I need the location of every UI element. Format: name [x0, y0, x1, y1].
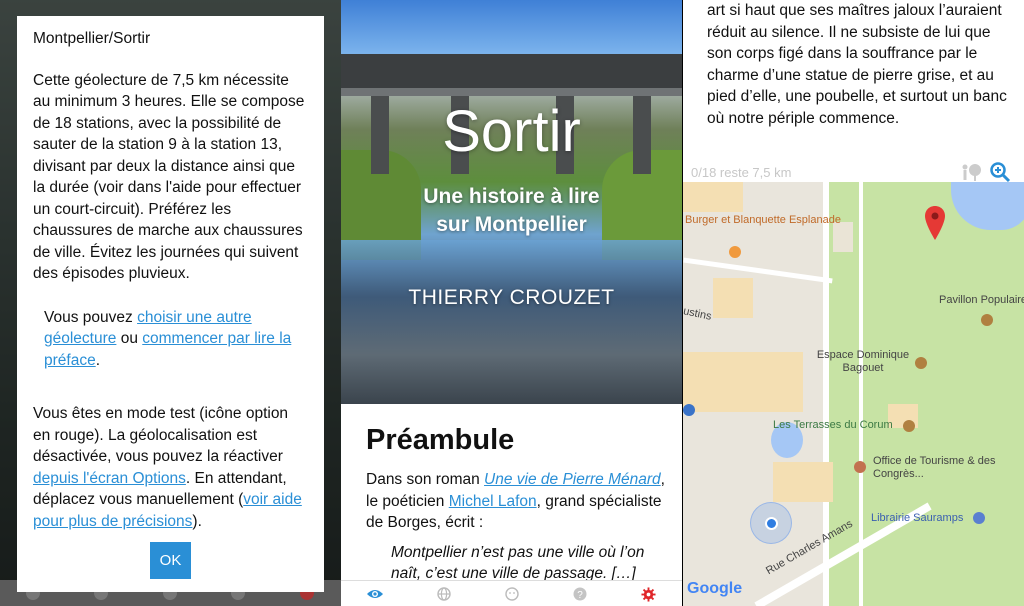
location-pin-icon[interactable]: [925, 206, 945, 245]
google-logo: Google: [687, 580, 743, 597]
intro-text: Cette géolecture de 7,5 km nécessite au …: [33, 71, 305, 283]
preamble-quote: Montpellier n’est pas une ville où l’on …: [391, 543, 645, 583]
test-mode-text: Vous êtes en mode test (icône option en …: [33, 405, 302, 530]
help-icon[interactable]: ?: [571, 585, 589, 603]
map-label-office: Office de Tourisme & des Congrès...: [873, 455, 996, 480]
venue-icon: [903, 420, 915, 432]
progress-status: 0/18 reste 7,5 km: [691, 165, 792, 180]
ok-button[interactable]: OK: [150, 542, 191, 579]
intro-screen: Montpellier/Sortir Cette géolecture de 7…: [0, 0, 341, 606]
eye-icon[interactable]: [366, 585, 384, 603]
story-text: art si haut que ses maîtres jaloux l’aur…: [707, 2, 1007, 127]
shop-icon: [973, 512, 985, 524]
reading-screen: Sortir Une histoire à lire sur Montpelli…: [341, 0, 682, 606]
museum-icon: [981, 314, 993, 326]
bank-icon: [683, 404, 695, 416]
tab-bar: ?: [341, 580, 682, 606]
svg-text:?: ?: [577, 590, 583, 601]
globe-icon[interactable]: [435, 585, 453, 603]
options-screen-link[interactable]: depuis l'écran Options: [33, 470, 186, 487]
face-icon[interactable]: [503, 585, 521, 603]
choice-text: Vous pouvez choisir une autre géolecture…: [44, 308, 292, 369]
map-label-burger: Burger et Blanquette Esplanade: [685, 214, 841, 226]
preamble-heading: Préambule: [366, 424, 515, 456]
dialog-title: Montpellier/Sortir: [33, 30, 151, 47]
preamble-paragraph: Dans son roman Une vie de Pierre Ménard,…: [366, 471, 665, 531]
map-label-justins: ustins: [683, 305, 713, 323]
my-location-dot[interactable]: [765, 517, 778, 530]
restaurant-icon: [729, 246, 741, 258]
pierre-menard-link[interactable]: Une vie de Pierre Ménard: [484, 471, 661, 488]
map-label-sauramps: Librairie Sauramps: [871, 512, 964, 524]
map-label-corum: Les Terrasses du Corum: [773, 419, 893, 431]
cover-image: Sortir Une histoire à lire sur Montpelli…: [341, 0, 682, 404]
map-screen: art si haut que ses maîtres jaloux l’aur…: [683, 0, 1024, 606]
intro-dialog: Montpellier/Sortir Cette géolecture de 7…: [17, 16, 324, 592]
tourism-icon: [854, 461, 866, 473]
michel-lafon-link[interactable]: Michel Lafon: [449, 493, 537, 510]
map-view[interactable]: Burger et Blanquette Esplanade Pavillon …: [683, 182, 1024, 606]
map-label-pavillon: Pavillon Populaire: [939, 294, 1024, 306]
cover-subtitle: Une histoire à lire sur Montpellier: [423, 185, 600, 236]
theater-icon: [915, 357, 927, 369]
cover-title: Sortir: [442, 99, 581, 164]
gear-icon[interactable]: [639, 585, 657, 603]
map-label-espace: Espace Dominique Bagouet: [816, 349, 910, 374]
preamble-section: Préambule Dans son roman Une vie de Pier…: [366, 424, 666, 585]
cover-author: THIERRY CROUZET: [408, 286, 615, 309]
